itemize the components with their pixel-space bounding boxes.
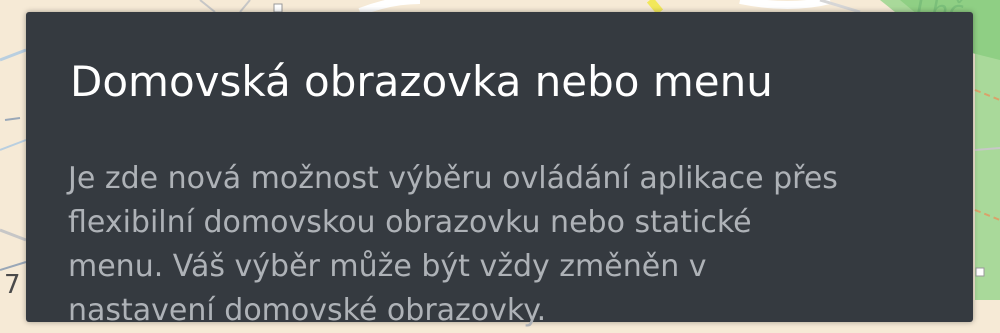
dialog-title: Domovská obrazovka nebo menu [70, 57, 773, 106]
map-edge-digit: 7 [4, 270, 21, 300]
dialog-message-line: nastavení domovské obrazovky. [68, 293, 547, 328]
dialog-message-line: Je zde nová možnost výběru ovládání apli… [68, 161, 838, 196]
dialog-message-line: menu. Váš výběr může být vždy změněn v [68, 249, 707, 284]
dialog-message: Je zde nová možnost výběru ovládání apli… [68, 157, 968, 333]
dialog-message-line: flexibilní domovskou obrazovku nebo stat… [68, 205, 752, 240]
home-screen-dialog: Domovská obrazovka nebo menu Je zde nová… [26, 12, 973, 328]
